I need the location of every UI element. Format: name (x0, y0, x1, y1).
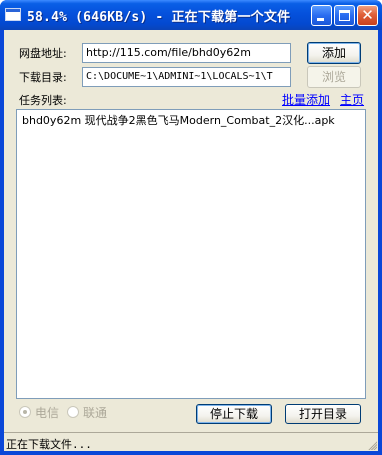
maximize-button[interactable] (334, 5, 355, 26)
download-dir-input[interactable]: C:\DOCUME~1\ADMINI~1\LOCALS~1\T (82, 67, 291, 87)
unicom-radio[interactable] (67, 406, 79, 418)
download-dir-label: 下载目录: (19, 71, 67, 84)
main-window: 58.4% (646KB/s) - 正在下载第一个文件 ✕ 网盘地址: http… (0, 0, 382, 455)
minimize-icon (317, 18, 324, 21)
batch-add-link[interactable]: 批量添加 (282, 91, 330, 108)
stop-download-button[interactable]: 停止下载 (196, 404, 272, 424)
close-icon: ✕ (361, 6, 374, 24)
netdisk-address-input[interactable]: http://115.com/file/bhd0y62m (82, 43, 291, 63)
resize-grip-icon[interactable] (366, 439, 377, 450)
task-list-label: 任务列表: (19, 94, 67, 107)
app-window-icon (5, 8, 21, 21)
netdisk-address-label: 网盘地址: (19, 47, 67, 60)
list-item[interactable]: bhd0y62m 现代战争2黑色飞马Modern_Combat_2汉化...ap… (22, 112, 335, 128)
unicom-radio-label: 联通 (83, 406, 108, 420)
maximize-icon (339, 10, 350, 21)
close-button[interactable]: ✕ (357, 5, 378, 26)
home-link[interactable]: 主页 (340, 91, 364, 108)
minimize-button[interactable] (311, 5, 332, 26)
title-bar[interactable]: 58.4% (646KB/s) - 正在下载第一个文件 ✕ (0, 0, 382, 30)
add-button[interactable]: 添加 (307, 42, 361, 64)
browse-button[interactable]: 浏览 (307, 66, 361, 88)
telecom-radio-label: 电信 (35, 406, 60, 420)
open-directory-button[interactable]: 打开目录 (285, 404, 361, 424)
window-title: 58.4% (646KB/s) - 正在下载第一个文件 (27, 10, 291, 25)
task-listbox[interactable]: bhd0y62m 现代战争2黑色飞马Modern_Combat_2汉化...ap… (16, 109, 366, 399)
status-text: 正在下载文件... (6, 438, 92, 451)
telecom-radio[interactable] (19, 406, 31, 418)
client-area: 网盘地址: http://115.com/file/bhd0y62m 添加 下载… (4, 30, 378, 432)
status-bar: 正在下载文件... (4, 432, 378, 451)
